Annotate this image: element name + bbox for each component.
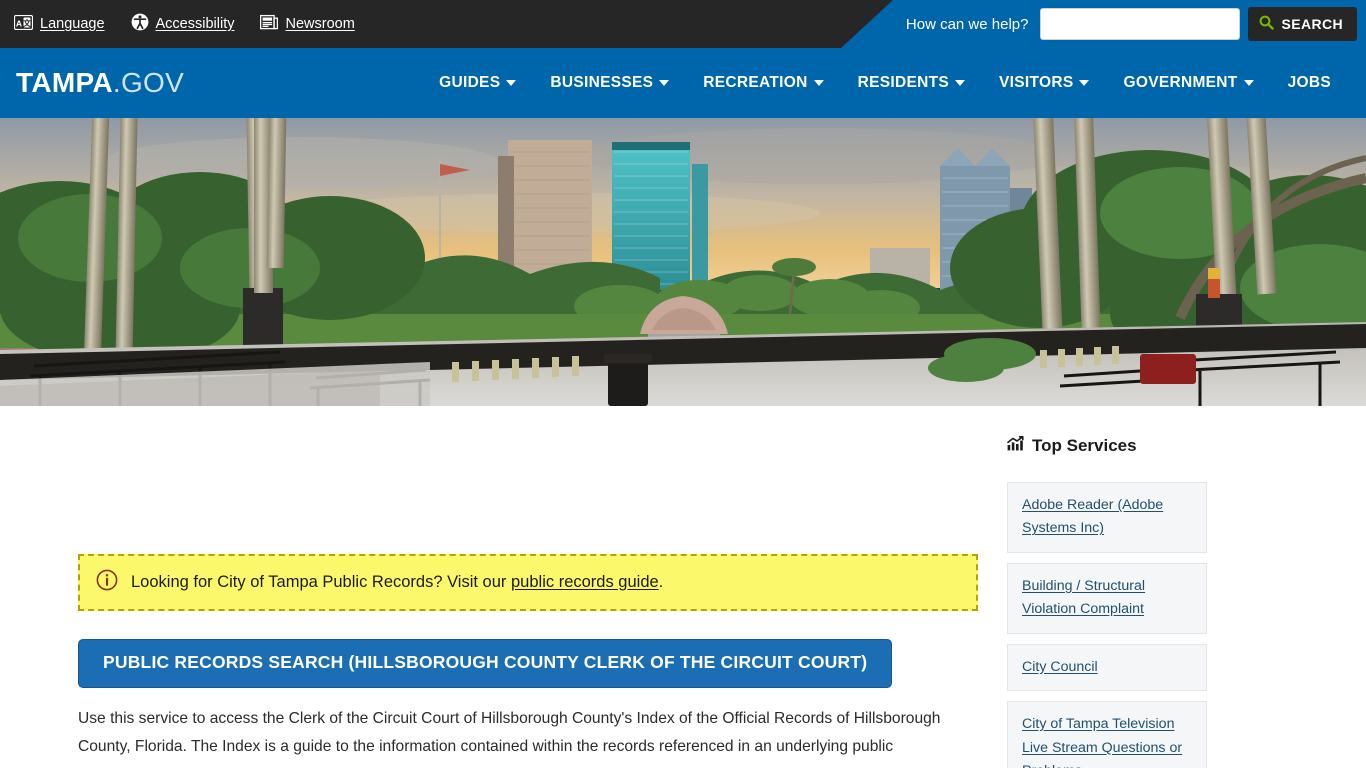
list-item[interactable]: Building / Structural Violation Complain… <box>1007 562 1207 634</box>
utility-link-newsroom[interactable]: Newsroom <box>260 14 355 34</box>
nav-item-label: GOVERNMENT <box>1123 74 1238 91</box>
chevron-down-icon <box>1079 80 1090 86</box>
info-circle-icon <box>96 569 118 596</box>
utility-links: A 文 Language Accessibility Newsroom <box>13 0 355 48</box>
logo-light-text: .GOV <box>112 67 185 98</box>
service-description: Use this service to access the Clerk of … <box>78 709 941 768</box>
nav-item-label: RESIDENTS <box>857 74 950 91</box>
chevron-down-icon <box>813 80 824 86</box>
logo-bold-text: TAMPA <box>16 67 113 98</box>
nav-item-label: GUIDES <box>439 74 501 91</box>
utility-link-label: Newsroom <box>285 16 355 32</box>
hero-illustration <box>0 118 1366 406</box>
search-button-label: SEARCH <box>1281 16 1343 32</box>
cta-row: PUBLIC RECORDS SEARCH (HILLSBOROUGH COUN… <box>78 639 978 688</box>
nav-item-government[interactable]: GOVERNMENT <box>1106 74 1270 92</box>
translate-icon: A 文 <box>13 14 34 34</box>
list-item[interactable]: Adobe Reader (Adobe Systems Inc) <box>1007 482 1207 553</box>
nav-item-recreation[interactable]: RECREATION <box>686 74 840 92</box>
nav-item-label: BUSINESSES <box>550 74 654 91</box>
utility-link-label: Language <box>40 16 105 32</box>
help-prompt-label: How can we help? <box>905 15 1029 33</box>
nav-item-label: JOBS <box>1287 74 1331 91</box>
utility-link-label: Accessibility <box>155 16 235 32</box>
chevron-down-icon <box>955 80 966 86</box>
site-logo[interactable]: TAMPA.GOV <box>16 69 184 97</box>
alert-text-before: Looking for City of Tampa Public Records… <box>131 572 511 591</box>
utility-bar: A 文 Language Accessibility Newsroom How … <box>0 0 1366 48</box>
chart-line-icon <box>1007 436 1024 456</box>
newspaper-icon <box>260 14 279 34</box>
svg-text:文: 文 <box>23 18 32 28</box>
nav-item-label: VISITORS <box>999 74 1074 91</box>
main-navigation: TAMPA.GOV GUIDES BUSINESSES RECREATION R… <box>0 48 1366 118</box>
alert-message: Looking for City of Tampa Public Records… <box>131 572 663 593</box>
main-column: Looking for City of Tampa Public Records… <box>78 406 978 768</box>
nav-item-guides[interactable]: GUIDES <box>422 74 533 92</box>
search-button[interactable]: SEARCH <box>1248 7 1357 41</box>
top-service-link[interactable]: Adobe Reader (Adobe Systems Inc) <box>1022 497 1163 536</box>
top-services-sidebar: Top Services Adobe Reader (Adobe Systems… <box>1007 406 1207 768</box>
alert-text-after: . <box>658 572 664 591</box>
nav-item-residents[interactable]: RESIDENTS <box>841 74 982 92</box>
svg-text:A: A <box>16 18 22 28</box>
nav-items: GUIDES BUSINESSES RECREATION RESIDENTS V… <box>422 74 1348 92</box>
list-item[interactable]: City of Tampa Television Live Stream Que… <box>1007 701 1207 768</box>
public-records-guide-link[interactable]: public records guide <box>511 573 659 591</box>
page-content: Looking for City of Tampa Public Records… <box>0 406 1366 768</box>
top-service-link[interactable]: City Council <box>1022 659 1098 675</box>
search-input[interactable] <box>1040 8 1241 40</box>
nav-item-visitors[interactable]: VISITORS <box>982 74 1106 92</box>
top-services-heading-label: Top Services <box>1032 436 1137 455</box>
nav-item-businesses[interactable]: BUSINESSES <box>533 74 686 92</box>
utility-link-accessibility[interactable]: Accessibility <box>131 13 235 35</box>
public-records-search-button[interactable]: PUBLIC RECORDS SEARCH (HILLSBOROUGH COUN… <box>78 639 893 688</box>
top-services-list: Adobe Reader (Adobe Systems Inc) Buildin… <box>1007 482 1207 768</box>
chevron-down-icon <box>506 80 517 86</box>
list-item[interactable]: City Council <box>1007 643 1207 692</box>
top-service-link[interactable]: Building / Structural Violation Complain… <box>1022 578 1145 617</box>
public-records-alert: Looking for City of Tampa Public Records… <box>78 554 978 611</box>
chevron-down-icon <box>659 80 670 86</box>
universal-access-icon <box>131 13 149 35</box>
magnifier-icon <box>1259 15 1275 33</box>
top-services-heading: Top Services <box>1007 436 1207 456</box>
header-search-area: How can we help? SEARCH <box>906 0 1366 48</box>
chevron-down-icon <box>1243 80 1254 86</box>
nav-item-jobs[interactable]: JOBS <box>1271 74 1348 92</box>
hero-banner-image <box>0 118 1366 406</box>
nav-item-label: RECREATION <box>703 74 808 91</box>
top-service-link[interactable]: City of Tampa Television Live Stream Que… <box>1022 716 1182 768</box>
utility-link-language[interactable]: A 文 Language <box>13 14 105 34</box>
